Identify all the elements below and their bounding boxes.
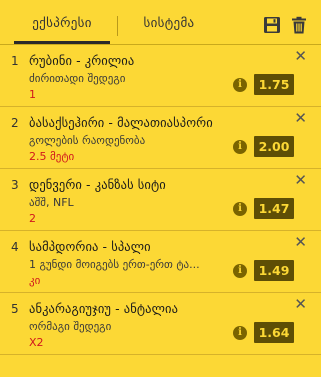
- remove-bet-icon[interactable]: ✕: [294, 111, 307, 126]
- info-icon[interactable]: i: [233, 202, 247, 216]
- info-icon[interactable]: i: [233, 140, 247, 154]
- trash-icon[interactable]: [289, 15, 309, 35]
- bet-teams[interactable]: ბასაქსეჰირი - მალათიასპორი: [29, 115, 213, 130]
- betslip-panel: ექსპრესი სისტემა 1 რუბინი - კრილია ძირით…: [0, 0, 321, 377]
- info-icon[interactable]: i: [233, 264, 247, 278]
- info-icon[interactable]: i: [233, 326, 247, 340]
- bet-teams[interactable]: რუბინი - კრილია: [29, 53, 134, 68]
- remove-bet-icon[interactable]: ✕: [294, 297, 307, 312]
- bet-pick: 1: [29, 88, 36, 101]
- bet-row: 3 დენვერი - კანზას სიტი აშშ, NFL 2 ✕ i 1…: [0, 169, 321, 231]
- bet-market: ძირითადი შედეგი: [29, 72, 126, 85]
- bet-index: 4: [11, 240, 19, 254]
- bet-market: 1 გუნდი მოიგებს ერთ-ერთ ტა...: [29, 258, 200, 271]
- bet-teams[interactable]: ანკარაგიუჯიუ - ანტალია: [29, 301, 178, 316]
- betslip-tabs: ექსპრესი სისტემა: [0, 0, 321, 45]
- bet-index: 3: [11, 178, 19, 192]
- odds-badge[interactable]: 1.49: [254, 260, 294, 281]
- bet-row: 2 ბასაქსეჰირი - მალათიასპორი გოლების რაო…: [0, 107, 321, 169]
- bet-pick: 2: [29, 212, 36, 225]
- remove-bet-icon[interactable]: ✕: [294, 235, 307, 250]
- bet-teams[interactable]: სამპდორია - სპალი: [29, 239, 151, 254]
- bet-market: აშშ, NFL: [29, 196, 74, 209]
- info-icon[interactable]: i: [233, 78, 247, 92]
- odds-badge[interactable]: 2.00: [254, 136, 294, 157]
- bet-teams[interactable]: დენვერი - კანზას სიტი: [29, 177, 166, 192]
- odds-badge[interactable]: 1.75: [254, 74, 294, 95]
- bet-pick: 2.5 მეტი: [29, 150, 75, 163]
- bet-row: 1 რუბინი - კრილია ძირითადი შედეგი 1 ✕ i …: [0, 45, 321, 107]
- odds-badge[interactable]: 1.64: [254, 322, 294, 343]
- bet-row: 4 სამპდორია - სპალი 1 გუნდი მოიგებს ერთ-…: [0, 231, 321, 293]
- bet-index: 5: [11, 302, 19, 316]
- save-icon[interactable]: [262, 15, 282, 35]
- odds-badge[interactable]: 1.47: [254, 198, 294, 219]
- bet-index: 2: [11, 116, 19, 130]
- bet-pick: X2: [29, 336, 44, 349]
- bet-market: ორმაგი შედეგი: [29, 320, 112, 333]
- bet-index: 1: [11, 54, 19, 68]
- bet-market: გოლების რაოდენობა: [29, 134, 146, 147]
- bet-row: 5 ანკარაგიუჯიუ - ანტალია ორმაგი შედეგი X…: [0, 293, 321, 355]
- tab-system[interactable]: სისტემა: [128, 0, 210, 44]
- remove-bet-icon[interactable]: ✕: [294, 49, 307, 64]
- tab-divider: [117, 16, 118, 36]
- tab-express[interactable]: ექსპრესი: [14, 0, 110, 44]
- remove-bet-icon[interactable]: ✕: [294, 173, 307, 188]
- bet-pick: კი: [29, 274, 41, 287]
